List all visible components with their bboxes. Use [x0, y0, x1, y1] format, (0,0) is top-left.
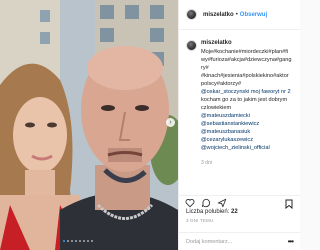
post-photo[interactable]: › — [0, 0, 178, 250]
post-panel: miszelatko • Obserwuj miszelatko Moje#ko… — [178, 0, 300, 250]
caption-username[interactable]: miszelatko — [201, 40, 294, 46]
caption-line: Moje#kochanie#miordeczki#plan#fi — [201, 49, 289, 55]
caption-line[interactable]: @cezarylukaszewicz — [201, 136, 294, 144]
caption-section: miszelatko Moje#kochanie#miordeczki#plan… — [179, 32, 300, 195]
caption-line: #kinach#jesienia#polskiekino#aktor — [201, 73, 289, 79]
likes-label: Liczba polubień: — [186, 209, 230, 215]
share-icon[interactable] — [217, 198, 227, 208]
follow-button[interactable]: Obserwuj — [240, 12, 267, 18]
separator-dot: • — [235, 11, 238, 18]
header-username[interactable]: miszelatko — [203, 12, 234, 18]
likes-count[interactable]: Liczba polubień: 22 — [186, 209, 238, 215]
likes-number: 22 — [231, 209, 238, 215]
caption-line[interactable]: @sebastianstankiewicz — [201, 120, 294, 128]
selfie-image — [0, 0, 178, 250]
caption-line[interactable]: @oskar_stoczynski moj faworyt nr 2 — [201, 88, 294, 96]
carousel-dot — [83, 240, 85, 242]
comment-placeholder: Dodaj komentarz... — [186, 238, 233, 245]
bookmark-icon[interactable] — [285, 199, 293, 209]
carousel-dot — [67, 240, 69, 242]
carousel-dot — [75, 240, 77, 242]
heart-icon[interactable] — [185, 198, 195, 208]
next-slide-button[interactable]: › — [166, 118, 175, 127]
caption-line: wy#furioza#akcja#dziewczyna#gang — [201, 57, 292, 63]
post-date: 3 DNI TEMU — [186, 218, 214, 223]
post-header: miszelatko • Obserwuj — [179, 0, 300, 30]
carousel-dot — [87, 240, 89, 242]
comment-input[interactable]: Dodaj komentarz... ••• — [179, 232, 300, 250]
caption-line[interactable]: @wojciech_zielinski_official — [201, 144, 294, 152]
action-bar — [179, 195, 300, 209]
caption-line: polscy#aktorzy# — [201, 81, 242, 87]
carousel-dot — [71, 240, 73, 242]
comment-icon[interactable] — [201, 198, 211, 208]
caption-line[interactable]: @mateuszdamiecki — [201, 112, 294, 120]
caption-line: czlowiekiem — [201, 105, 232, 111]
more-options-icon[interactable]: ••• — [288, 237, 294, 246]
caption-line[interactable]: @mateuszbanasiuk — [201, 128, 294, 136]
carousel-dots — [63, 240, 93, 242]
caption-time: 3 dni — [201, 160, 212, 166]
caption-body: miszelatko Moje#kochanie#miordeczki#plan… — [201, 40, 294, 195]
carousel-dot — [79, 240, 81, 242]
caption-line: ry# — [201, 65, 209, 71]
carousel-dot — [91, 240, 93, 242]
caption-text: Moje#kochanie#miordeczki#plan#fi wy#furio… — [201, 48, 294, 152]
caption-avatar[interactable] — [186, 40, 197, 51]
carousel-dot — [63, 240, 65, 242]
avatar[interactable] — [186, 9, 197, 20]
caption-line: kocham go za to jakim jest dobrym — [201, 97, 288, 103]
